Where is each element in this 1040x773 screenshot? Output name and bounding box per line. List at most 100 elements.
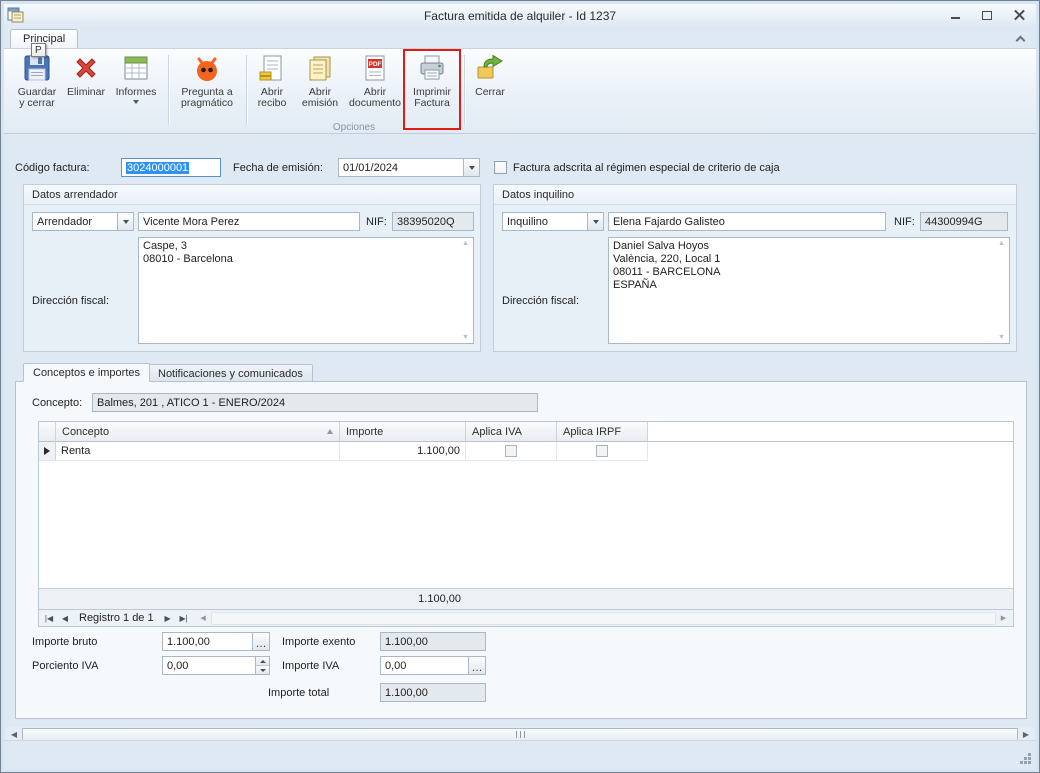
ribbon-tab-row: Principal — [4, 28, 1036, 48]
chevron-down-icon — [593, 220, 599, 224]
scroll-down-icon[interactable]: ▼ — [462, 334, 478, 341]
resize-grip-icon[interactable] — [1028, 761, 1031, 764]
scroll-down-icon[interactable]: ▼ — [998, 334, 1014, 341]
cell-importe[interactable]: 1.100,00 — [340, 442, 466, 461]
importe-iva-input[interactable]: 0,00 … — [380, 656, 486, 675]
importe-exento-input[interactable]: 1.100,00 — [380, 632, 486, 651]
date-dropdown-button[interactable] — [463, 159, 479, 176]
column-header-concepto-label: Concepto — [62, 426, 109, 438]
informes-label: Informes — [116, 87, 157, 98]
scroll-up-icon[interactable]: ▲ — [462, 240, 478, 247]
cell-aplica-iva[interactable] — [466, 442, 557, 461]
arrendador-direccion-input[interactable]: Caspe, 3 08010 - Barcelona — [138, 237, 474, 344]
grid-header-row: Concepto Importe Aplica IVA Aplica IRPF — [39, 422, 1013, 442]
scrollbar-grip-icon — [516, 731, 525, 738]
window-title: Factura emitida de alquiler - Id 1237 — [4, 4, 1036, 28]
pdf-document-icon: PDF — [359, 52, 391, 84]
abrir-emision-button[interactable]: Abrir emisión — [296, 52, 344, 124]
scrollbar-track[interactable] — [211, 612, 996, 625]
next-record-button[interactable]: ▶ — [160, 614, 176, 623]
cerrar-label: Cerrar — [475, 87, 505, 98]
first-record-button[interactable]: |◀ — [41, 614, 57, 623]
dropdown-button[interactable] — [587, 213, 603, 230]
regimen-caja-checkbox[interactable] — [494, 161, 507, 174]
report-table-icon — [120, 52, 152, 84]
scroll-right-icon[interactable]: ▶ — [996, 614, 1011, 622]
scroll-left-icon[interactable]: ◀ — [6, 730, 22, 739]
exit-arrow-icon — [474, 52, 506, 84]
close-button[interactable] — [1008, 7, 1030, 23]
prev-record-button[interactable]: ◀ — [57, 614, 73, 623]
conceptos-grid: Concepto Importe Aplica IVA Aplica IRPF … — [38, 421, 1014, 610]
spin-up-button[interactable] — [256, 657, 269, 666]
inquilino-nombre-input[interactable]: Elena Fajardo Galisteo — [608, 212, 886, 231]
importe-bruto-input[interactable]: 1.100,00 … — [162, 632, 270, 651]
last-record-button[interactable]: ▶| — [176, 614, 192, 623]
aplica-irpf-checkbox[interactable] — [596, 445, 608, 457]
maximize-button[interactable] — [976, 7, 998, 23]
column-header-aplica-irpf[interactable]: Aplica IRPF — [557, 422, 648, 442]
summary-importe-value: 1.100,00 — [39, 593, 466, 605]
annotation-highlight-box — [403, 49, 461, 130]
column-header-aplica-iva[interactable]: Aplica IVA — [466, 422, 557, 442]
abrir-documento-button[interactable]: PDF Abrir documento — [346, 52, 404, 124]
scroll-left-icon[interactable]: ◀ — [196, 614, 211, 622]
minimize-icon — [951, 17, 960, 19]
inquilino-direccion-input[interactable]: Daniel Salva Hoyos València, 220, Local … — [608, 237, 1010, 344]
datos-inquilino-title: Datos inquilino — [494, 185, 1016, 205]
cerrar-button[interactable]: Cerrar — [468, 52, 512, 124]
cell-concepto[interactable]: Renta — [56, 442, 340, 461]
spin-down-button[interactable] — [256, 666, 269, 674]
guardar-y-cerrar-label: Guardar y cerrar — [14, 87, 60, 109]
ribbon: Guardar y cerrar Eliminar Informes Pregu… — [4, 48, 1036, 134]
tab-notificaciones-comunicados[interactable]: Notificaciones y comunicados — [148, 364, 313, 382]
sort-ascending-icon — [327, 429, 333, 434]
importe-total-input[interactable]: 1.100,00 — [380, 683, 486, 702]
spinner-buttons[interactable] — [255, 657, 269, 674]
grid-horizontal-scrollbar[interactable]: ◀ ▶ — [196, 612, 1011, 625]
svg-text:PDF: PDF — [369, 61, 382, 68]
grid-summary-row: 1.100,00 — [39, 588, 1013, 609]
ribbon-separator — [246, 55, 247, 125]
arrendador-nif-input[interactable]: 38395020Q — [392, 212, 474, 231]
dropdown-button[interactable] — [117, 213, 133, 230]
datos-arrendador-group: Datos arrendador Arrendador Vicente Mora… — [23, 184, 481, 352]
importe-iva-label: Importe IVA — [282, 660, 339, 672]
inquilino-nif-input[interactable]: 44300994G — [920, 212, 1008, 231]
title-bar[interactable]: Factura emitida de alquiler - Id 1237 — [4, 4, 1036, 28]
codigo-factura-input[interactable]: 3024000001 — [121, 158, 221, 177]
minimize-button[interactable] — [944, 7, 966, 23]
concepto-input[interactable]: Balmes, 201 , ATICO 1 - ENERO/2024 — [92, 393, 538, 412]
eliminar-label: Eliminar — [67, 87, 105, 98]
chevron-up-icon — [260, 660, 266, 663]
scroll-up-icon[interactable]: ▲ — [998, 240, 1014, 247]
column-header-concepto[interactable]: Concepto — [56, 422, 340, 442]
ribbon-collapse-button[interactable] — [1012, 32, 1028, 46]
scroll-right-icon[interactable]: ▶ — [1018, 730, 1034, 739]
abrir-documento-label: Abrir documento — [346, 87, 404, 109]
arrendador-selector[interactable]: Arrendador — [32, 212, 134, 231]
porciento-iva-input[interactable]: 0,00 — [162, 656, 270, 675]
tab-conceptos-importes[interactable]: Conceptos e importes — [23, 363, 150, 382]
ellipsis-button[interactable]: … — [468, 657, 485, 674]
datos-arrendador-title: Datos arrendador — [24, 185, 480, 205]
cell-aplica-irpf[interactable] — [557, 442, 648, 461]
aplica-iva-checkbox[interactable] — [505, 445, 517, 457]
informes-button[interactable]: Informes — [110, 52, 162, 124]
grid-row-renta[interactable]: Renta 1.100,00 — [39, 442, 1013, 461]
abrir-recibo-button[interactable]: Abrir recibo — [250, 52, 294, 124]
ellipsis-button[interactable]: … — [252, 633, 269, 650]
arrendador-nif-label: NIF: — [366, 216, 387, 228]
guardar-y-cerrar-button[interactable]: Guardar y cerrar — [14, 52, 60, 124]
inquilino-direccion-label: Dirección fiscal: — [502, 295, 579, 307]
column-header-importe[interactable]: Importe — [340, 422, 466, 442]
status-bar — [4, 740, 1036, 769]
porciento-iva-label: Porciento IVA — [32, 660, 98, 672]
arrendador-direccion-label: Dirección fiscal: — [32, 295, 109, 307]
eliminar-button[interactable]: Eliminar — [64, 52, 108, 124]
importe-bruto-label: Importe bruto — [32, 636, 97, 648]
pregunta-pragmatico-button[interactable]: Pregunta a pragmático — [172, 52, 242, 124]
fecha-emision-input[interactable]: 01/01/2024 — [338, 158, 480, 177]
inquilino-selector[interactable]: Inquilino — [502, 212, 604, 231]
arrendador-nombre-input[interactable]: Vicente Mora Perez — [138, 212, 360, 231]
